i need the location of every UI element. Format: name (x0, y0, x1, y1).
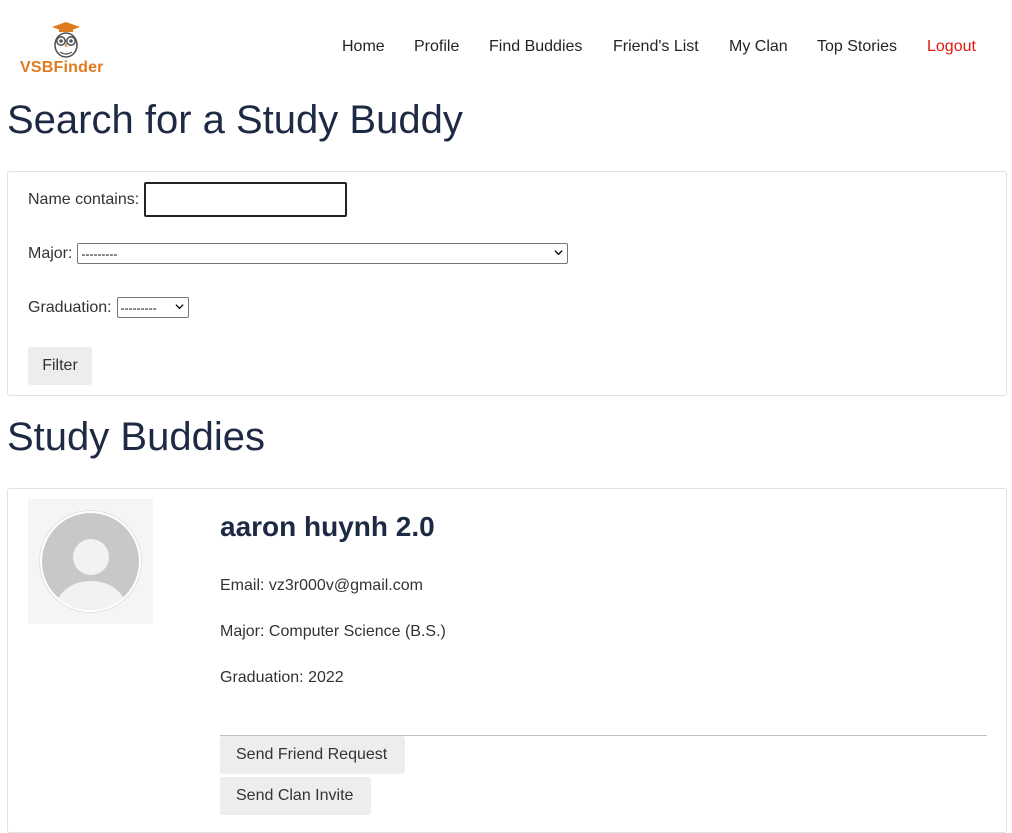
filter-button[interactable]: Filter (28, 347, 92, 385)
major-select-value: --------- (81, 246, 118, 261)
buddy-card: aaron huynh 2.0 Email: vz3r000v@gmail.co… (7, 488, 1007, 833)
graduation-filter-label: Graduation: (28, 298, 112, 316)
avatar-container (28, 499, 153, 624)
buddy-graduation: Graduation: 2022 (220, 669, 344, 687)
nav-home[interactable]: Home (342, 38, 385, 56)
graduation-select[interactable]: --------- (116, 297, 189, 318)
graduation-label: Graduation: (220, 669, 304, 686)
results-title: Study Buddies (7, 415, 265, 459)
major-filter-label: Major: (28, 244, 73, 262)
search-page-title: Search for a Study Buddy (7, 98, 463, 142)
graduation-select-value: --------- (120, 300, 157, 315)
send-friend-request-button[interactable]: Send Friend Request (220, 736, 405, 774)
brand-logo[interactable]: VSBFinder (20, 22, 115, 78)
navbar: VSBFinder Home Profile Find Buddies Frie… (0, 0, 1012, 90)
graduation-value: 2022 (308, 669, 344, 686)
chevron-down-icon (554, 250, 564, 256)
nav-profile[interactable]: Profile (414, 38, 459, 56)
chevron-down-icon (175, 304, 184, 310)
nav-logout[interactable]: Logout (927, 38, 976, 56)
nav-find-buddies[interactable]: Find Buddies (489, 38, 582, 56)
filter-form: Name contains: Major: --------- Graduati… (7, 171, 1007, 396)
name-filter-row: Name contains: (28, 182, 348, 217)
major-filter-row: Major: --------- (28, 243, 569, 264)
email-label: Email: (220, 577, 265, 594)
graduation-filter-row: Graduation: --------- (28, 297, 189, 318)
nav-my-clan[interactable]: My Clan (729, 38, 788, 56)
name-search-input[interactable] (144, 182, 348, 217)
main-nav: Home Profile Find Buddies Friend's List … (332, 38, 1012, 60)
owl-logo-icon (52, 22, 80, 58)
major-value: Computer Science (B.S.) (268, 623, 446, 640)
send-clan-invite-button[interactable]: Send Clan Invite (220, 777, 371, 815)
name-filter-label: Name contains: (28, 190, 140, 208)
buddy-major: Major: Computer Science (B.S.) (220, 623, 446, 641)
brand-name: VSBFinder (20, 59, 104, 76)
nav-top-stories[interactable]: Top Stories (817, 38, 897, 56)
buddy-name: aaron huynh 2.0 (220, 511, 435, 542)
buddy-email: Email: vz3r000v@gmail.com (220, 577, 423, 595)
major-label: Major: (220, 623, 265, 640)
major-select[interactable]: --------- (77, 243, 569, 264)
default-avatar-icon (40, 511, 141, 612)
email-value: vz3r000v@gmail.com (268, 577, 423, 594)
nav-friends-list[interactable]: Friend's List (613, 38, 699, 56)
